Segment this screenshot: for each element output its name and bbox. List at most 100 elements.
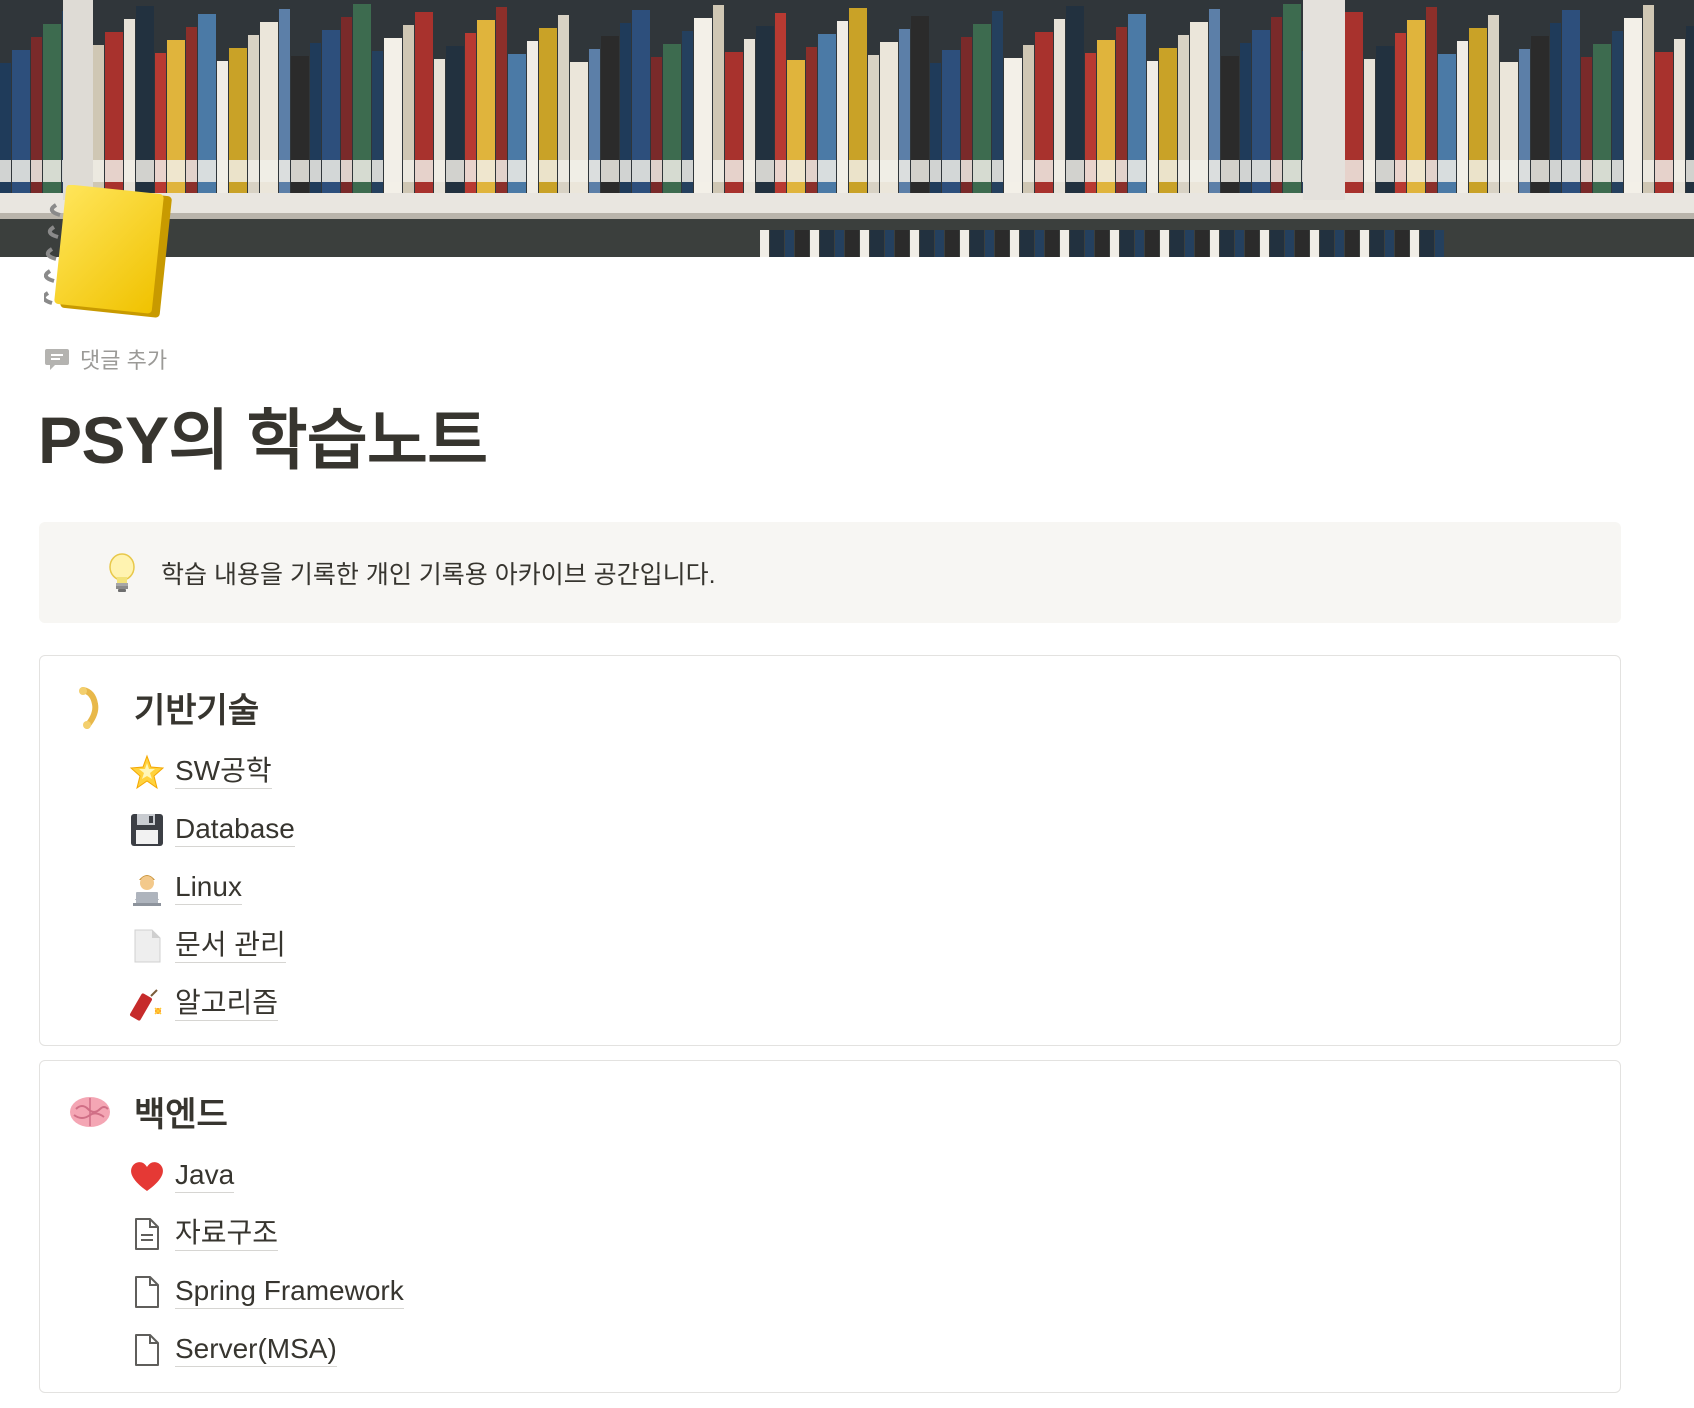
book-spine-label xyxy=(1376,160,1394,182)
book-spine-label xyxy=(1457,160,1468,182)
book-spine-label xyxy=(384,160,402,182)
book-spine xyxy=(1320,230,1334,257)
book-spine xyxy=(920,230,934,257)
book-spine-label xyxy=(31,160,42,182)
page-link-label[interactable]: Server(MSA) xyxy=(175,1333,337,1367)
book-spine-label xyxy=(868,160,879,182)
book-spine xyxy=(1185,230,1194,257)
book-spine-label xyxy=(1581,160,1592,182)
book-spine-label xyxy=(961,160,972,182)
book-spine-label xyxy=(167,160,185,182)
document-text-icon xyxy=(127,1214,167,1254)
book-spine-label xyxy=(1531,160,1549,182)
book-spine xyxy=(1345,230,1359,257)
book-spine-label xyxy=(1624,160,1642,182)
book-spine-label xyxy=(446,160,464,182)
book-spine-label xyxy=(477,160,495,182)
book-spine xyxy=(1220,230,1234,257)
book-spine xyxy=(1135,230,1144,257)
book-spine xyxy=(1235,230,1244,257)
callout-block[interactable]: 학습 내용을 기록한 개인 기록용 아카이브 공간입니다. xyxy=(39,522,1621,623)
document-icon xyxy=(127,1272,167,1312)
page-link-label[interactable]: Linux xyxy=(175,871,242,905)
book-spine-label xyxy=(1190,160,1208,182)
book-spine xyxy=(1010,230,1019,257)
comment-icon xyxy=(45,349,69,370)
book-spine-label xyxy=(12,160,30,182)
book-spine-label xyxy=(1655,160,1673,182)
book-spine-label xyxy=(372,160,383,182)
page-title[interactable]: PSY의 학습노트 xyxy=(38,400,488,480)
book-spine-label xyxy=(465,160,476,182)
page-link-spring[interactable]: Spring Framework xyxy=(127,1263,404,1321)
page-link-java[interactable]: Java xyxy=(127,1147,404,1205)
page-link-label[interactable]: Spring Framework xyxy=(175,1275,404,1309)
book-spine-label xyxy=(136,160,154,182)
book-spine xyxy=(760,230,769,257)
book-spine xyxy=(985,230,994,257)
book-spine xyxy=(970,230,984,257)
book-spine-label xyxy=(601,160,619,182)
book-spine-label xyxy=(1004,160,1022,182)
lightbulb-icon xyxy=(109,552,135,592)
page-link-sw-engineering[interactable]: SW공학 xyxy=(127,743,295,801)
page-link-label[interactable]: 자료구조 xyxy=(175,1217,279,1251)
book-spine xyxy=(795,230,809,257)
book-spine-label xyxy=(880,160,898,182)
book-spine-label xyxy=(1159,160,1177,182)
book-spine-label xyxy=(1209,160,1220,182)
book-spine-label xyxy=(1426,160,1437,182)
book-spine-label xyxy=(1023,160,1034,182)
book-spine xyxy=(960,230,969,257)
notebook-icon[interactable] xyxy=(41,184,174,320)
book-spine-label xyxy=(539,160,557,182)
book-spine-label xyxy=(1500,160,1518,182)
book-spine-label xyxy=(651,160,662,182)
book-spine xyxy=(1170,230,1184,257)
book-spine-label xyxy=(713,160,724,182)
page-link-label[interactable]: 알고리즘 xyxy=(175,987,279,1021)
book-spine xyxy=(1070,230,1084,257)
book-spine-label xyxy=(1252,160,1270,182)
book-spine-label xyxy=(1178,160,1189,182)
book-spine xyxy=(1145,230,1159,257)
book-spine xyxy=(1110,230,1119,257)
book-spine xyxy=(1295,230,1309,257)
book-spine-label xyxy=(756,160,774,182)
book-spine-label xyxy=(341,160,352,182)
book-spine-label xyxy=(1097,160,1115,182)
page-link-linux[interactable]: Linux xyxy=(127,859,295,917)
book-spine-label xyxy=(1147,160,1158,182)
page-link-label[interactable]: Database xyxy=(175,813,295,847)
book-spine xyxy=(860,230,869,257)
book-spine xyxy=(1060,230,1069,257)
page-link-algorithm[interactable]: 알고리즘 xyxy=(127,975,295,1033)
page-link-data-structure[interactable]: 자료구조 xyxy=(127,1205,404,1263)
book-spine xyxy=(1160,230,1169,257)
book-spine-label xyxy=(403,160,414,182)
book-spine-label xyxy=(1643,160,1654,182)
book-spine-label xyxy=(1066,160,1084,182)
book-spine-label xyxy=(744,160,755,182)
page-link-label[interactable]: SW공학 xyxy=(175,755,272,789)
section-title: 백엔드 xyxy=(134,1096,228,1134)
book-spine-label xyxy=(682,160,693,182)
page-link-database[interactable]: Database xyxy=(127,801,295,859)
book-spine-label xyxy=(806,160,817,182)
book-spine-label xyxy=(248,160,259,182)
page-link-doc-management[interactable]: 문서 관리 xyxy=(127,917,295,975)
book-spine xyxy=(1285,230,1294,257)
book-spine xyxy=(1360,230,1369,257)
book-spine xyxy=(910,230,919,257)
page-link-server-msa[interactable]: Server(MSA) xyxy=(127,1321,404,1379)
book-spine-label xyxy=(434,160,445,182)
add-comment-button[interactable]: 댓글 추가 xyxy=(44,344,167,374)
book-spine xyxy=(785,230,794,257)
page-icon xyxy=(127,926,167,966)
page-link-label[interactable]: 문서 관리 xyxy=(175,929,286,963)
book-spine-label xyxy=(1686,160,1694,182)
book-spine xyxy=(1435,230,1444,257)
page-link-label[interactable]: Java xyxy=(175,1159,235,1193)
book-spine-label xyxy=(1085,160,1096,182)
book-spine-label xyxy=(1395,160,1406,182)
